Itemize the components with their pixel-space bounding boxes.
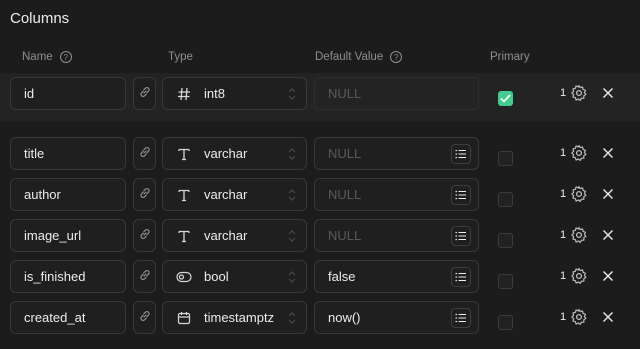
chevron-up-down-icon: [288, 229, 296, 246]
foreign-key-button[interactable]: [133, 260, 156, 293]
foreign-key-button[interactable]: [133, 219, 156, 252]
default-value-input[interactable]: now(): [314, 301, 479, 334]
column-name-input[interactable]: title: [10, 137, 126, 170]
column-name-input[interactable]: image_url: [10, 219, 126, 252]
link-icon: [138, 145, 152, 162]
column-name-value: image_url: [24, 228, 82, 243]
column-name-value: created_at: [24, 310, 86, 325]
foreign-key-button[interactable]: [133, 137, 156, 170]
header-default: Default Value ?: [315, 51, 403, 63]
badge-count: 1: [560, 311, 567, 323]
gear-icon[interactable]: [570, 226, 588, 249]
primary-key-checkbox[interactable]: [498, 274, 513, 289]
close-icon[interactable]: [601, 269, 615, 288]
chevron-up-down-icon: [288, 270, 296, 287]
chevron-up-down-icon: [288, 311, 296, 328]
default-value: false: [328, 269, 356, 284]
column-type-value: timestamptz: [204, 310, 275, 325]
column-type-select[interactable]: varchar: [162, 219, 307, 252]
chevron-up-down-icon: [288, 147, 296, 164]
gear-icon[interactable]: [570, 308, 588, 331]
column-name-input[interactable]: created_at: [10, 301, 126, 334]
link-icon: [138, 85, 152, 102]
default-value-input[interactable]: false: [314, 260, 479, 293]
column-type-select[interactable]: timestamptz: [162, 301, 307, 334]
toggle-icon: [176, 271, 192, 283]
text-type-icon: [176, 229, 192, 243]
help-icon[interactable]: ?: [390, 51, 403, 63]
link-icon: [138, 309, 152, 326]
column-name-input[interactable]: author: [10, 178, 126, 211]
column-type-select[interactable]: varchar: [162, 137, 307, 170]
link-icon: [138, 186, 152, 203]
column-name-input[interactable]: id: [10, 77, 126, 110]
default-value-input: NULL: [314, 77, 479, 110]
gear-icon[interactable]: [570, 144, 588, 167]
column-type-value: bool: [204, 269, 229, 284]
foreign-key-button[interactable]: [133, 178, 156, 211]
header-primary: Primary: [490, 51, 530, 63]
calendar-icon: [176, 311, 192, 325]
column-type-select[interactable]: bool: [162, 260, 307, 293]
text-type-icon: [176, 147, 192, 161]
header-type: Type: [168, 51, 193, 63]
check-icon: [500, 94, 511, 103]
close-icon[interactable]: [601, 228, 615, 247]
close-icon[interactable]: [601, 146, 615, 165]
gear-icon[interactable]: [570, 84, 588, 107]
close-icon[interactable]: [601, 310, 615, 329]
chevron-up-down-icon: [288, 188, 296, 205]
foreign-key-button[interactable]: [133, 77, 156, 110]
close-icon[interactable]: [601, 187, 615, 206]
chevron-up-down-icon: [288, 87, 296, 104]
badge-count: 1: [560, 188, 567, 200]
section-title: Columns: [10, 10, 70, 27]
default-value: NULL: [328, 187, 362, 202]
default-value: NULL: [328, 146, 362, 161]
column-name-value: is_finished: [24, 269, 86, 284]
column-name-value: author: [24, 187, 61, 202]
column-type-value: int8: [204, 86, 225, 101]
hash-icon: [176, 87, 192, 101]
foreign-key-button[interactable]: [133, 301, 156, 334]
text-type-icon: [176, 188, 192, 202]
default-value-input[interactable]: NULL: [314, 137, 479, 170]
gear-icon[interactable]: [570, 185, 588, 208]
help-icon[interactable]: ?: [59, 51, 72, 63]
default-value-input[interactable]: NULL: [314, 178, 479, 211]
badge-count: 1: [560, 229, 567, 241]
suggestions-list-icon[interactable]: [451, 185, 471, 205]
primary-key-checkbox[interactable]: [498, 192, 513, 207]
link-icon: [138, 227, 152, 244]
column-type-value: varchar: [204, 228, 248, 243]
column-type-select[interactable]: varchar: [162, 178, 307, 211]
badge-count: 1: [560, 147, 567, 159]
badge-count: 1: [560, 270, 567, 282]
suggestions-list-icon[interactable]: [451, 226, 471, 246]
column-type-select[interactable]: int8: [162, 77, 307, 110]
column-type-value: varchar: [204, 146, 248, 161]
column-name-value: id: [24, 86, 35, 101]
close-icon[interactable]: [601, 86, 615, 105]
column-name-value: title: [24, 146, 45, 161]
primary-key-checkbox[interactable]: [498, 151, 513, 166]
primary-key-checkbox[interactable]: [498, 91, 513, 106]
default-value-input[interactable]: NULL: [314, 219, 479, 252]
suggestions-list-icon[interactable]: [451, 144, 471, 164]
default-value: now(): [328, 310, 361, 325]
suggestions-list-icon[interactable]: [451, 267, 471, 287]
header-name: Name ?: [22, 51, 72, 63]
link-icon: [138, 268, 152, 285]
default-value: NULL: [328, 228, 362, 243]
primary-key-checkbox[interactable]: [498, 233, 513, 248]
primary-key-checkbox[interactable]: [498, 315, 513, 330]
column-type-value: varchar: [204, 187, 248, 202]
default-value: NULL: [328, 86, 362, 101]
gear-icon[interactable]: [570, 267, 588, 290]
column-name-input[interactable]: is_finished: [10, 260, 126, 293]
badge-count: 1: [560, 87, 567, 99]
suggestions-list-icon[interactable]: [451, 308, 471, 328]
